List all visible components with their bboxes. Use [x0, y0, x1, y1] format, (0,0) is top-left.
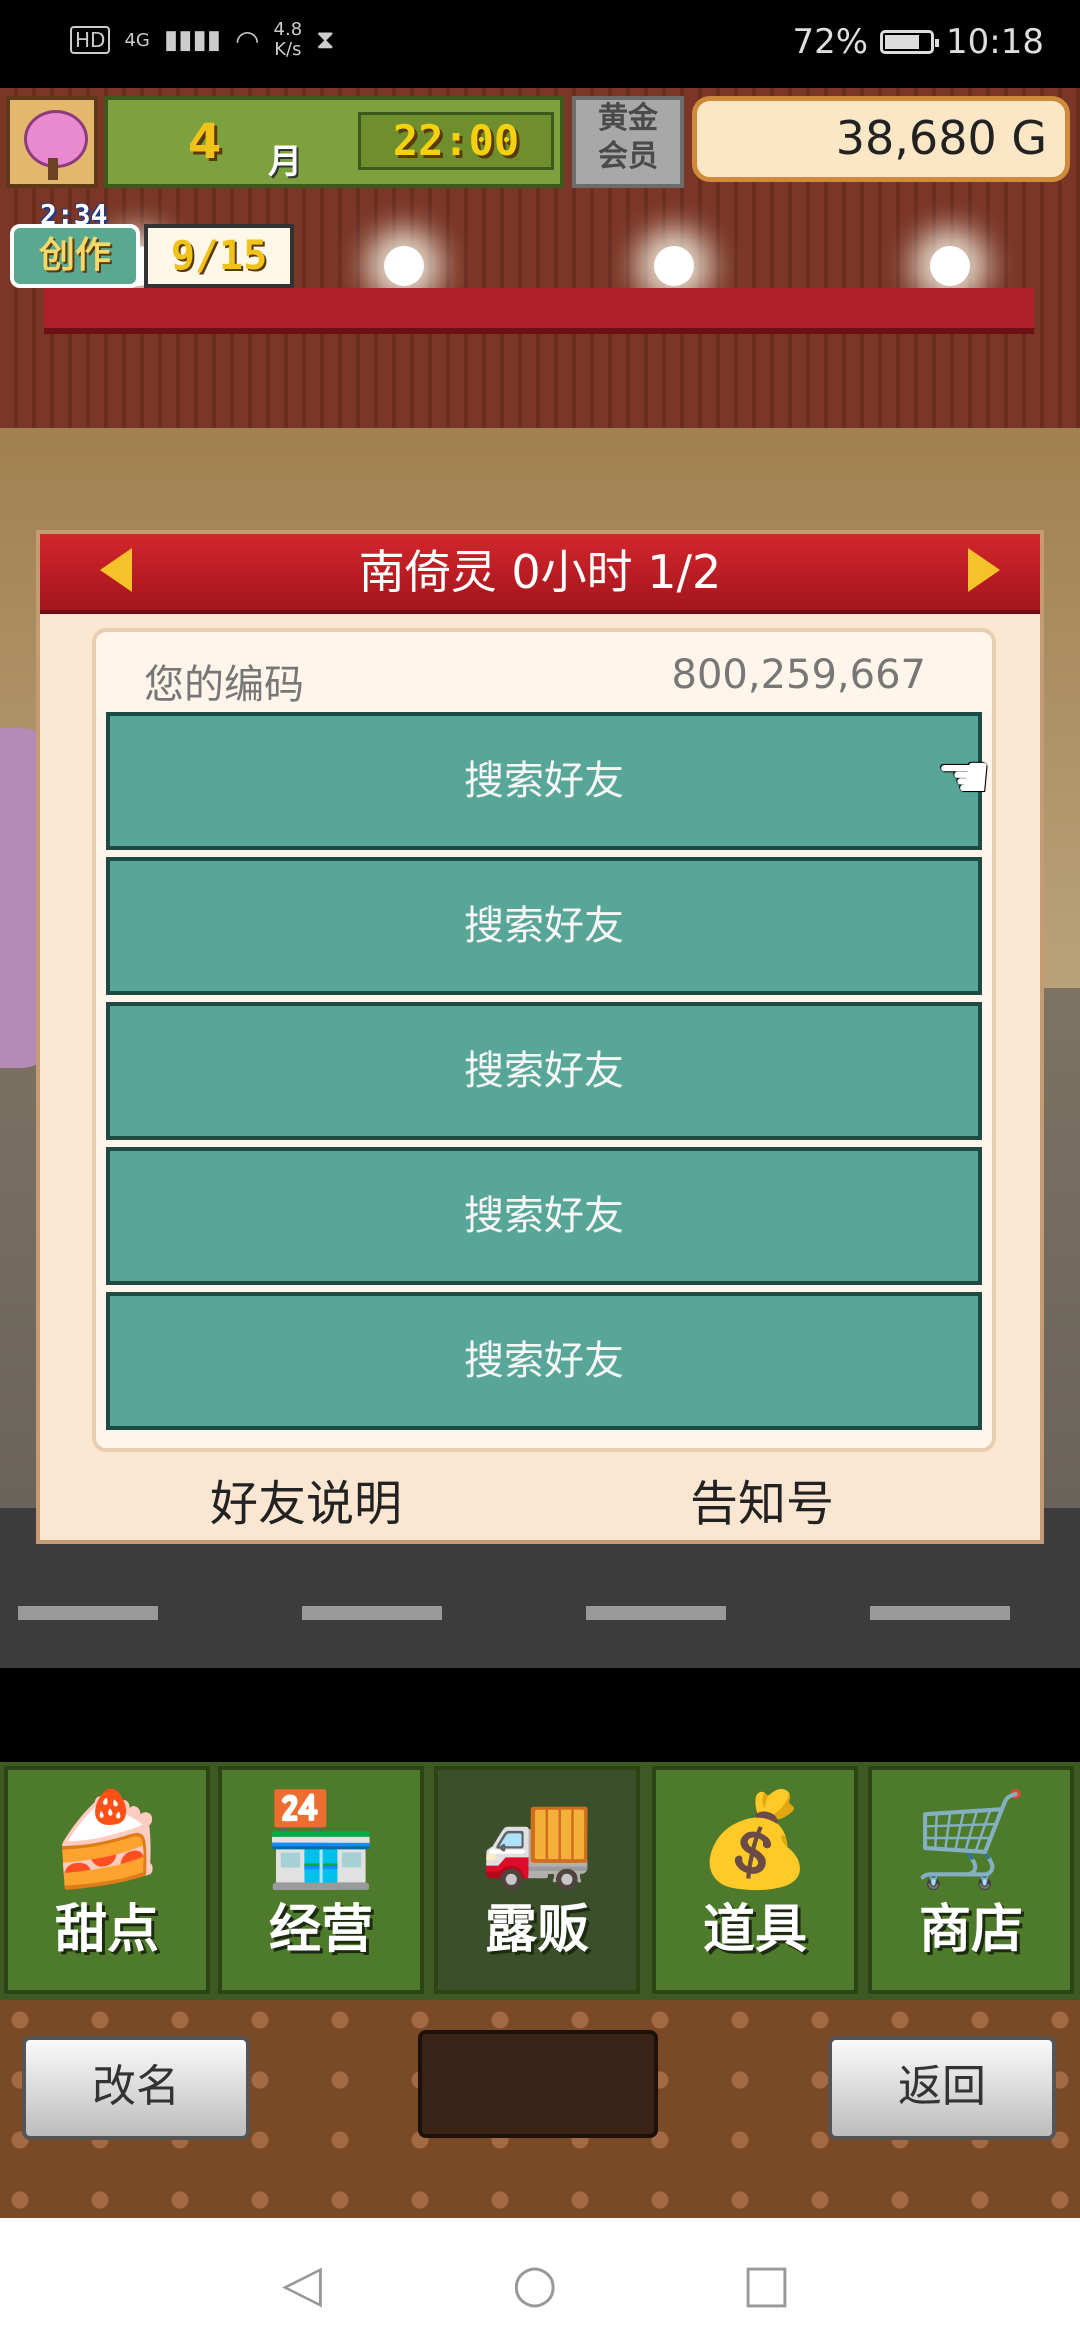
roof-light [654, 246, 694, 286]
roof-light [930, 246, 970, 286]
network-type: 4G [124, 29, 150, 51]
create-label: 创作 [10, 224, 140, 288]
notice-button[interactable]: 告知号 [690, 1464, 834, 1534]
tab-desserts[interactable]: 🍰 甜点 [4, 1766, 210, 1994]
food-truck-icon: 🚚 [479, 1786, 595, 1893]
system-nav-bar: ◁ ○ □ [0, 2218, 1080, 2340]
create-progress[interactable]: 2:34 创作 9/15 [10, 198, 294, 296]
next-arrow-icon[interactable] [968, 548, 1000, 592]
nav-back-icon[interactable]: ◁ [282, 2258, 322, 2310]
shopping-cart-icon: 🛒 [913, 1786, 1029, 1893]
friends-dialog: 南倚灵 0小时 1/2 您的编码 800,259,667 搜索好友 搜索好友 搜… [36, 530, 1044, 1544]
gold-member-line2: 会员 [598, 139, 658, 174]
back-button[interactable]: 返回 [828, 2036, 1056, 2140]
game-clock: 22:00 [358, 112, 554, 170]
status-right: 72% 10:18 [792, 22, 1044, 62]
gold-member-line1: 黄金 [598, 101, 658, 136]
month-number: 4 [188, 114, 222, 170]
shop-icon: 🏪 [263, 1786, 379, 1893]
tab-label: 经营 [268, 1900, 373, 1960]
hd-indicator: HD [70, 26, 111, 54]
search-friend-button[interactable]: 搜索好友 [106, 1002, 982, 1140]
friend-help-button[interactable]: 好友说明 [210, 1464, 402, 1534]
tab-label: 露贩 [484, 1900, 589, 1960]
battery-percent: 72% [792, 22, 869, 62]
road-marking [586, 1606, 726, 1620]
wifi-icon: ◠ [235, 23, 260, 57]
dialog-header: 南倚灵 0小时 1/2 [40, 534, 1040, 614]
search-friend-button[interactable]: 搜索好友 [106, 1292, 982, 1430]
search-friend-button[interactable]: 搜索好友 [106, 1147, 982, 1285]
road-marking [302, 1606, 442, 1620]
search-friend-button[interactable]: 搜索好友 [106, 857, 982, 995]
date-time-panel: 4 月 22:00 [104, 96, 564, 188]
speed-value: 4.8 [273, 19, 303, 40]
dialog-title: 南倚灵 0小时 1/2 [358, 545, 722, 599]
hourglass-icon: ⧗ [316, 24, 335, 55]
tab-label: 商店 [918, 1900, 1023, 1960]
tab-manage[interactable]: 🏪 经营 [218, 1766, 424, 1994]
nav-home-icon[interactable]: ○ [512, 2258, 557, 2310]
roof-light [384, 246, 424, 286]
gold-member-badge[interactable]: 黄金 会员 [572, 96, 684, 188]
status-left: HD 4G ▮▮▮▮ ◠ 4.8 K/s ⧗ [70, 20, 334, 60]
shop-avatar[interactable] [6, 96, 98, 188]
divider-band [0, 1668, 1080, 1762]
road-marking [18, 1606, 158, 1620]
friends-panel: 您的编码 800,259,667 搜索好友 搜索好友 搜索好友 搜索好友 搜索好… [92, 628, 996, 1452]
month-label: 月 [268, 142, 302, 182]
tab-items[interactable]: 💰 道具 [652, 1766, 858, 1994]
money-display: 38,680 G [692, 96, 1070, 182]
cake-icon: 🍰 [49, 1786, 165, 1893]
your-code-label: 您的编码 [144, 662, 304, 708]
create-count: 9/15 [144, 224, 294, 288]
clock: 10:18 [946, 22, 1044, 62]
battery-icon [880, 30, 940, 54]
tab-label: 甜点 [54, 1900, 159, 1960]
items-bag-icon: 💰 [697, 1786, 813, 1893]
signal-icon: ▮▮▮▮ [163, 25, 222, 55]
tab-label: 道具 [702, 1900, 807, 1960]
your-code-value: 800,259,667 [671, 652, 926, 698]
search-friend-button[interactable]: 搜索好友 [106, 712, 982, 850]
tab-store[interactable]: 🛒 商店 [868, 1766, 1074, 1994]
rename-button[interactable]: 改名 [22, 2036, 250, 2140]
center-slot [418, 2030, 658, 2138]
road-marking [870, 1606, 1010, 1620]
tab-street-vendor[interactable]: 🚚 露贩 [434, 1766, 640, 1994]
network-speed: 4.8 K/s [274, 20, 303, 60]
nav-recents-icon[interactable]: □ [742, 2258, 791, 2310]
speed-unit: K/s [274, 39, 302, 60]
pointing-hand-icon: ☚ [936, 740, 992, 813]
status-bar: HD 4G ▮▮▮▮ ◠ 4.8 K/s ⧗ 72% 10:18 [0, 0, 1080, 88]
bottom-menu: 🍰 甜点 🏪 经营 🚚 露贩 💰 道具 🛒 商店 [0, 1762, 1080, 2000]
